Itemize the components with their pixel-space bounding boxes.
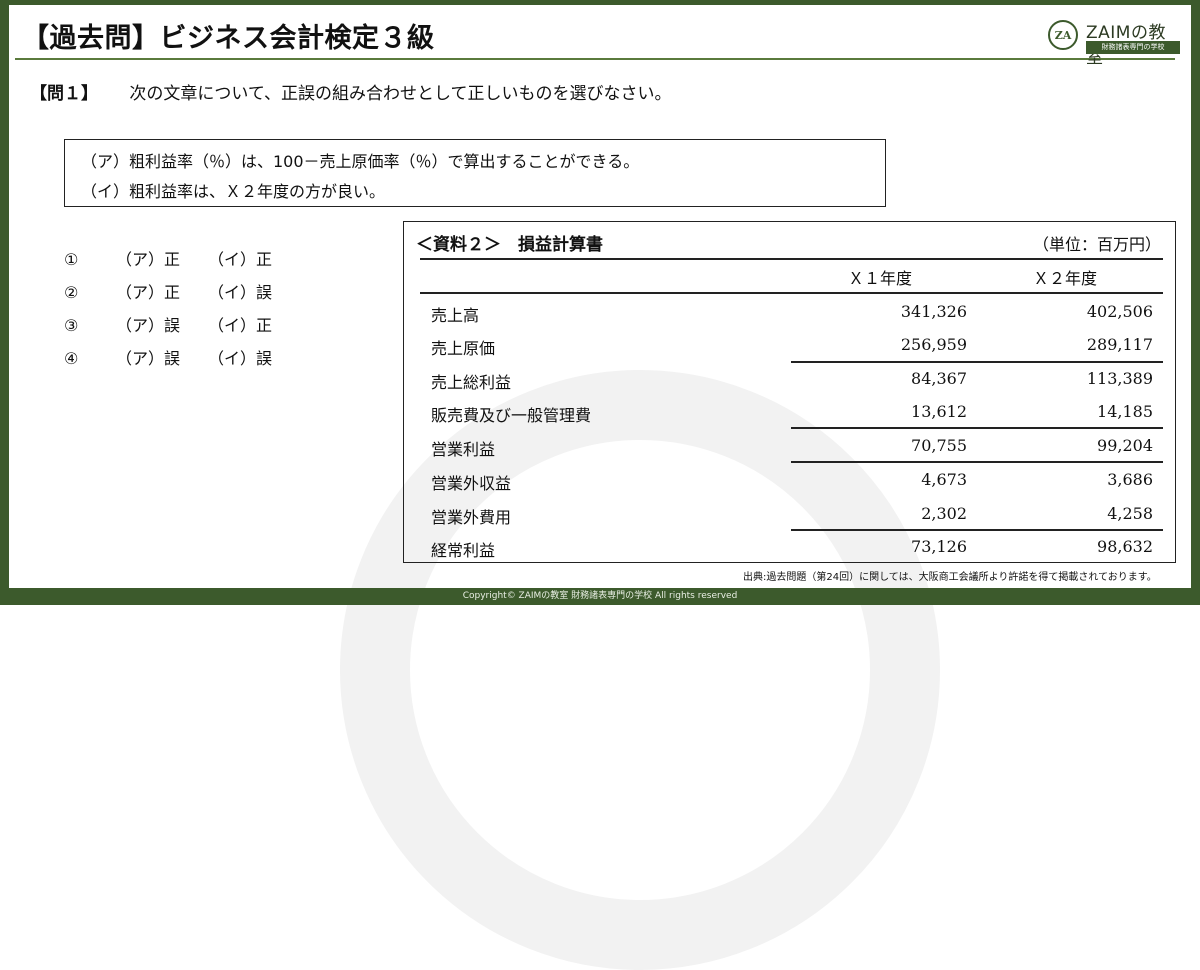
statement-a: （ア）粗利益率（％）は、100－売上原価率（％）で算出することができる。	[81, 152, 640, 171]
column-header-x2: Ｘ２年度	[1033, 269, 1098, 288]
row-value-x2: 4,258	[1107, 504, 1153, 523]
table-unit: （単位：百万円）	[1032, 235, 1161, 254]
logo-mark: ZA	[1048, 20, 1078, 50]
choice-b: （イ）誤	[208, 349, 273, 368]
row-value-x2: 14,185	[1097, 402, 1153, 421]
choice-number: ①	[64, 250, 79, 269]
question-number: 【問１】	[30, 84, 98, 104]
row-value-x2: 98,632	[1097, 537, 1153, 556]
question: 【問１】 次の文章について、正誤の組み合わせとして正しいものを選びなさい。	[30, 79, 672, 104]
row-label: 販売費及び一般管理費	[431, 406, 592, 425]
income-statement: ＜資料２＞ 損益計算書 （単位：百万円） Ｘ１年度 Ｘ２年度 売上高 341,3…	[403, 221, 1176, 563]
row-value-x1: 256,959	[900, 335, 967, 354]
row-label: 売上高	[431, 306, 480, 325]
question-text: 次の文章について、正誤の組み合わせとして正しいものを選びなさい。	[129, 84, 672, 104]
row-value-x2: 289,117	[1086, 335, 1153, 354]
choice-number: ②	[64, 283, 79, 302]
statement-box: （ア）粗利益率（％）は、100－売上原価率（％）で算出することができる。 （イ）…	[64, 139, 886, 207]
subtotal-rule	[791, 461, 1163, 463]
row-label: 営業外費用	[431, 508, 512, 527]
statement-b: （イ）粗利益率は、Ｘ２年度の方が良い。	[81, 182, 386, 201]
row-value-x1: 4,673	[921, 470, 967, 489]
row-label: 売上原価	[431, 339, 496, 358]
copyright-footer: Copyright© ZAIMの教室 財務諸表専門の学校 All rights …	[0, 588, 1200, 605]
choice-a: （ア）正	[116, 283, 181, 302]
choice-b: （イ）正	[208, 250, 273, 269]
row-label: 営業外収益	[431, 474, 512, 493]
choice-a: （ア）正	[116, 250, 181, 269]
choice-3[interactable]: ③ （ア）誤 （イ）正	[64, 312, 272, 345]
title-divider	[15, 58, 1175, 60]
subtotal-rule	[791, 361, 1163, 363]
table-title: ＜資料２＞ 損益計算書	[416, 235, 603, 255]
choice-4[interactable]: ④ （ア）誤 （イ）誤	[64, 345, 272, 378]
frame-top	[0, 0, 1200, 5]
page-title: 【過去問】ビジネス会計検定３級	[22, 23, 435, 54]
choice-number: ③	[64, 316, 79, 335]
header-top-rule	[420, 258, 1163, 260]
row-value-x2: 113,389	[1086, 369, 1153, 388]
row-value-x2: 3,686	[1107, 470, 1153, 489]
row-label: 売上総利益	[431, 373, 512, 392]
row-value-x1: 73,126	[911, 537, 967, 556]
answer-choices: ① （ア）正 （イ）正 ② （ア）正 （イ）誤 ③ （ア）誤 （イ）正 ④ （ア）誤 （イ）誤	[64, 246, 272, 378]
choice-2[interactable]: ② （ア）正 （イ）誤	[64, 279, 272, 312]
choice-1[interactable]: ① （ア）正 （イ）正	[64, 246, 272, 279]
choice-a: （ア）誤	[116, 316, 181, 335]
frame-left	[0, 0, 9, 605]
brand-logo: ZA ZAIMの教室 財務諸表専門の学校	[1048, 18, 1180, 68]
row-value-x1: 13,612	[911, 402, 967, 421]
row-value-x2: 402,506	[1086, 302, 1153, 321]
row-value-x2: 99,204	[1097, 436, 1153, 455]
column-header-x1: Ｘ１年度	[848, 269, 913, 288]
subtotal-rule	[791, 529, 1163, 531]
row-value-x1: 2,302	[921, 504, 967, 523]
row-label: 営業利益	[431, 440, 496, 459]
choice-a: （ア）誤	[116, 349, 181, 368]
source-note: 出典:過去問題（第24回）に関しては、大阪商工会議所より許諾を得て掲載されており…	[743, 572, 1157, 583]
frame-right	[1191, 0, 1200, 605]
row-value-x1: 70,755	[911, 436, 967, 455]
choice-b: （イ）誤	[208, 283, 273, 302]
choice-number: ④	[64, 349, 79, 368]
subtotal-rule	[791, 427, 1163, 429]
row-value-x1: 84,367	[911, 369, 967, 388]
row-label: 経常利益	[431, 541, 496, 560]
row-value-x1: 341,326	[900, 302, 967, 321]
choice-b: （イ）正	[208, 316, 273, 335]
header-bottom-rule	[420, 292, 1163, 294]
logo-tagline: 財務諸表専門の学校	[1086, 41, 1180, 54]
